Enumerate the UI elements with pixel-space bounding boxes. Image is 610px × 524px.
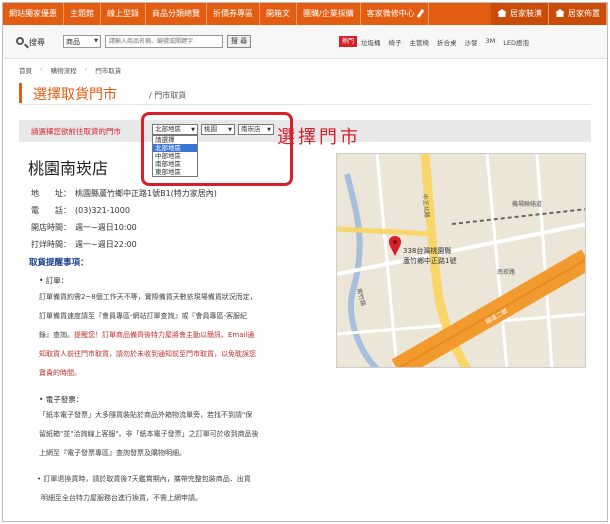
search-button[interactable]: 搜 尋 (227, 35, 251, 48)
store-map[interactable]: 338台灣桃園縣 蘆竹鄉中正路1號 中正北路 南崁路 國道二號 機場聯絡道 南竹… (336, 153, 586, 368)
phone-value: (03)321-1000 (75, 206, 130, 215)
house-icon (555, 9, 565, 17)
order-paragraph: 訂單備貨約需2~8個工作天不等，實際備貨天數依現場備貨狀況而定， 訂單備貨速度請… (39, 288, 279, 383)
title-accent-bar (19, 83, 22, 103)
store-phone: 電 話： (03)321-1000 (31, 205, 130, 216)
map-pin-dot (393, 240, 397, 244)
invoice-line: 留紙箱"並"洽詢線上客服"。非「紙本電子發票」之訂單可於收到商品後 (39, 430, 259, 438)
close-value: 週一~週日22:00 (75, 240, 137, 249)
nav-item-coupons[interactable]: 折價券專區 (207, 3, 260, 25)
search-bar: 搜尋 商品 搜 尋 熱門 垃圾桶 椅子 主管椅 折合桌 沙發 3M LED燈泡 (3, 25, 607, 59)
hot-link[interactable]: 主管椅 (410, 37, 430, 47)
order-line-text: 錄』查詢。 (39, 331, 74, 339)
nav-item-decor[interactable]: 居家裝潢 (491, 3, 549, 25)
highlight-box (141, 112, 293, 186)
order-line: 錄』查詢。提醒您！訂單商品備齊後特力屋將會主動以簡訊、Email通 (39, 326, 279, 345)
map-marker-label: 蘆竹鄉中正路1號 (403, 256, 456, 265)
house-icon (497, 9, 507, 17)
map-marker-label: 338台灣桃園縣 (403, 246, 451, 255)
hot-link[interactable]: 3M (486, 37, 496, 47)
hot-link[interactable]: 椅子 (389, 37, 402, 47)
nav-item-furnish[interactable]: 居家佈置 (549, 3, 607, 25)
order-reminder-line: 知取貨人前往門市取貨，請勿於未收到通知前至門市取貨，以免耽誤您 (39, 350, 256, 358)
order-line: 訂單備貨約需2~8個工作天不等，實際備貨天數依現場備貨狀況而定， (39, 293, 257, 301)
nav-item-furnish-label: 居家佈置 (568, 9, 600, 18)
exchange-paragraph: • 訂單退換貨時，請於取貨後7天鑑賞期內，攜帶完整包裝商品、出貨 明細至全台特力… (37, 470, 277, 508)
nav-item-repair[interactable]: 客家微修中心 (361, 3, 429, 25)
store-open-time: 開店時間： 週一~週日10:00 (31, 222, 137, 233)
map-road-label: 南崁路 (497, 268, 515, 276)
exchange-line: 明細至全台特力屋服務台進行換貨，不需上網申請。 (41, 494, 202, 502)
hot-links: 垃圾桶 椅子 主管椅 折合桌 沙發 3M LED燈泡 (361, 37, 529, 47)
notice-title: 取貨提醒事項： (29, 258, 89, 268)
top-nav: 網站獨家優惠 主題館 線上型錄 商品分類總覽 折價券專區 開箱文 團購/企業採購… (3, 3, 607, 25)
phone-label: 電 話： (31, 206, 71, 215)
exchange-line: • 訂單退換貨時，請於取貨後7天鑑賞期內，攜帶完整包裝商品、出貨 (37, 475, 251, 483)
store-select-label: 請選擇您欲前往取貨的門市 (31, 127, 121, 136)
store-name: 桃園南崁店 (28, 159, 109, 178)
title-row: 選擇取貨門市 / 門市取貨 (19, 81, 591, 105)
invoice-line: 「紙本電子發票」大多隨貨裝貼於商品外箱物流單旁，若找不到請"保 (39, 411, 253, 419)
breadcrumb-process[interactable]: 購物流程 (51, 65, 77, 75)
page-frame: 網站獨家優惠 主題館 線上型錄 商品分類總覽 折價券專區 開箱文 團購/企業採購… (2, 2, 608, 522)
annotation-text: 選擇門市 (277, 127, 361, 148)
invoice-paragraph: 「紙本電子發票」大多隨貨裝貼於商品外箱物流單旁，若找不到請"保 留紙箱"並"洽詢… (39, 406, 279, 463)
open-label: 開店時間： (31, 223, 71, 232)
invoice-label: • 電子發票： (39, 395, 84, 404)
invoice-line: 上網至『電子發票專區』查詢發票及購物明細。 (39, 449, 186, 457)
order-line: 訂單備貨速度請至『會員專區-網站訂單查詢』或『會員專區-客服紀 (39, 312, 248, 320)
hot-link[interactable]: 折合桌 (437, 37, 457, 47)
page-title: 選擇取貨門市 (33, 87, 117, 103)
order-label: • 訂單： (39, 276, 69, 285)
nav-item-unboxing[interactable]: 開箱文 (260, 3, 297, 25)
store-close-time: 打烊時間： 週一~週日22:00 (31, 239, 137, 250)
address-label: 地 址： (31, 189, 71, 198)
search-icon (16, 37, 24, 45)
order-reminder: 提醒您！訂單商品備齊後特力屋將會主動以簡訊、Email通 (74, 331, 255, 339)
nav-item-decor-label: 居家裝潢 (510, 9, 542, 18)
hot-badge: 熱門 (339, 36, 357, 47)
breadcrumb-home[interactable]: 首頁 (19, 65, 32, 75)
hot-link[interactable]: LED燈泡 (503, 37, 529, 47)
nav-item-categories[interactable]: 商品分類總覽 (146, 3, 207, 25)
order-reminder-line: 寶貴的時間。 (39, 369, 81, 377)
breadcrumb-current: 門市取貨 (95, 67, 122, 75)
search-category-select[interactable]: 商品 (63, 35, 101, 48)
close-label: 打烊時間： (31, 240, 71, 249)
map-canvas: 338台灣桃園縣 蘆竹鄉中正路1號 中正北路 南崁路 國道二號 機場聯絡道 南竹… (337, 154, 585, 367)
top-nav-right: 居家裝潢 居家佈置 (491, 3, 607, 25)
search-label: 搜尋 (29, 38, 45, 47)
breadcrumb-separator: › (40, 65, 43, 73)
nav-item-catalog[interactable]: 線上型錄 (101, 3, 146, 25)
nav-item-theme[interactable]: 主題館 (64, 3, 101, 25)
hot-link[interactable]: 沙發 (465, 37, 478, 47)
pen-icon (416, 8, 425, 19)
breadcrumb: 首頁 › 購物流程 › 門市取貨 (19, 65, 121, 75)
breadcrumb-separator: › (84, 65, 88, 73)
map-road-label: 機場聯絡道 (512, 200, 542, 208)
hot-link[interactable]: 垃圾桶 (361, 37, 381, 47)
store-address: 地 址： 桃園縣蘆竹鄉中正路1號B1(特力家居內) (31, 188, 217, 199)
address-value: 桃園縣蘆竹鄉中正路1號B1(特力家居內) (75, 189, 217, 198)
nav-item-group-buy[interactable]: 團購/企業採購 (297, 3, 361, 25)
nav-item-repair-label: 客家微修中心 (366, 9, 415, 18)
open-value: 週一~週日10:00 (75, 223, 137, 232)
nav-item-exclusive[interactable]: 網站獨家優惠 (3, 3, 64, 25)
page-subtitle: / 門市取貨 (149, 91, 187, 100)
search-input[interactable] (105, 35, 223, 48)
